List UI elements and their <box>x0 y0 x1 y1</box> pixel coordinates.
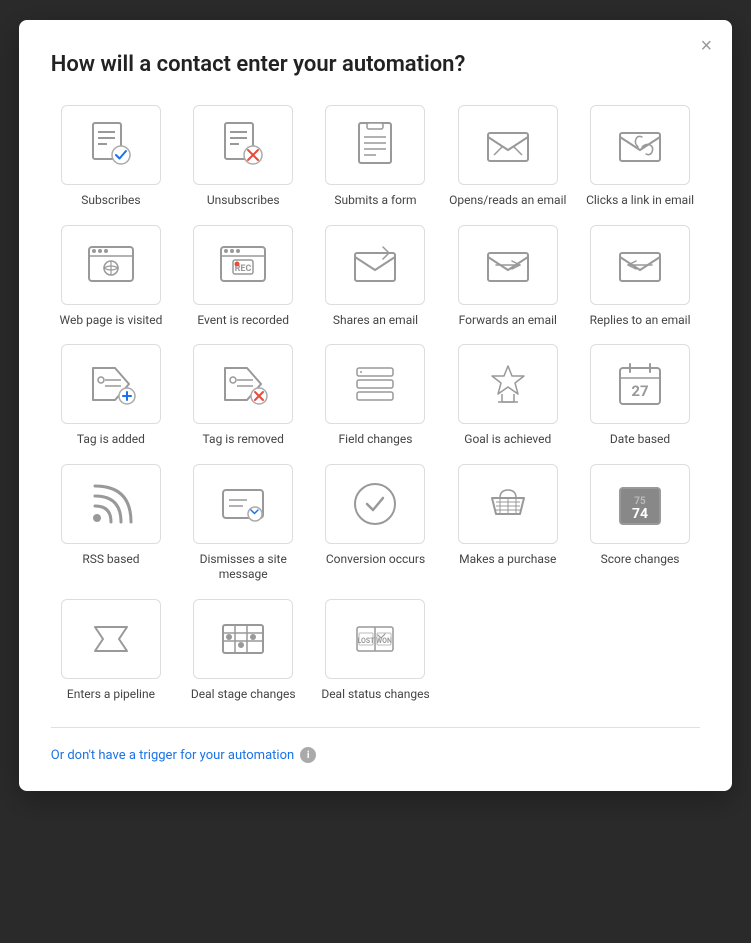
icon-box-web-page <box>61 225 161 305</box>
info-icon: i <box>300 747 316 763</box>
trigger-dismisses-site[interactable]: Dismisses a site message <box>183 464 303 583</box>
trigger-goal-achieved[interactable]: Goal is achieved <box>448 344 568 448</box>
trigger-label-tag-added: Tag is added <box>77 432 145 448</box>
icon-box-forwards-email <box>458 225 558 305</box>
trigger-deal-stage[interactable]: Deal stage changes <box>183 599 303 703</box>
trigger-replies-email[interactable]: Replies to an email <box>580 225 700 329</box>
icon-box-opens-email <box>458 105 558 185</box>
trigger-shares-email[interactable]: Shares an email <box>315 225 435 329</box>
trigger-label-makes-purchase: Makes a purchase <box>459 552 556 568</box>
trigger-clicks-link[interactable]: Clicks a link in email <box>580 105 700 209</box>
svg-text:74: 74 <box>632 506 648 522</box>
trigger-label-enters-pipeline: Enters a pipeline <box>67 687 155 703</box>
trigger-label-opens-email: Opens/reads an email <box>449 193 566 209</box>
trigger-label-date-based: Date based <box>610 432 670 448</box>
icon-box-deal-stage <box>193 599 293 679</box>
trigger-deal-status[interactable]: LOST WON Deal status changes <box>315 599 435 703</box>
trigger-label-field-changes: Field changes <box>339 432 413 448</box>
icon-box-replies-email <box>590 225 690 305</box>
trigger-submits-form[interactable]: Submits a form <box>315 105 435 209</box>
trigger-label-unsubscribes: Unsubscribes <box>207 193 280 209</box>
svg-text:27: 27 <box>631 382 648 400</box>
icon-box-shares-email <box>325 225 425 305</box>
trigger-label-score-changes: Score changes <box>601 552 680 568</box>
trigger-score-changes[interactable]: 75 74 Score changes <box>580 464 700 583</box>
trigger-makes-purchase[interactable]: Makes a purchase <box>448 464 568 583</box>
icon-box-rss-based <box>61 464 161 544</box>
trigger-web-page-visited[interactable]: Web page is visited <box>51 225 171 329</box>
icon-box-makes-purchase <box>458 464 558 544</box>
icon-box-deal-status: LOST WON <box>325 599 425 679</box>
triggers-grid: Subscribes Unsubscribes <box>51 105 700 703</box>
trigger-conversion-occurs[interactable]: Conversion occurs <box>315 464 435 583</box>
trigger-label-conversion-occurs: Conversion occurs <box>326 552 425 568</box>
icon-box-date-based: 27 <box>590 344 690 424</box>
icon-box-event-recorded: REC <box>193 225 293 305</box>
icon-box-enters-pipeline <box>61 599 161 679</box>
footer-link-text: Or don't have a trigger for your automat… <box>51 748 294 763</box>
trigger-subscribes[interactable]: Subscribes <box>51 105 171 209</box>
icon-box-dismisses-site <box>193 464 293 544</box>
icon-box-unsubscribes <box>193 105 293 185</box>
trigger-unsubscribes[interactable]: Unsubscribes <box>183 105 303 209</box>
close-button[interactable]: × <box>701 36 713 56</box>
trigger-rss-based[interactable]: RSS based <box>51 464 171 583</box>
footer: Or don't have a trigger for your automat… <box>51 744 700 764</box>
no-trigger-link[interactable]: Or don't have a trigger for your automat… <box>51 747 316 763</box>
icon-box-tag-added <box>61 344 161 424</box>
trigger-label-rss-based: RSS based <box>82 552 139 568</box>
trigger-field-changes[interactable]: Field changes <box>315 344 435 448</box>
trigger-label-subscribes: Subscribes <box>81 193 140 209</box>
trigger-opens-email[interactable]: Opens/reads an email <box>448 105 568 209</box>
icon-box-conversion-occurs <box>325 464 425 544</box>
trigger-label-shares-email: Shares an email <box>333 313 418 329</box>
trigger-tag-removed[interactable]: Tag is removed <box>183 344 303 448</box>
trigger-tag-added[interactable]: Tag is added <box>51 344 171 448</box>
icon-box-clicks-link <box>590 105 690 185</box>
icon-box-field-changes <box>325 344 425 424</box>
svg-text:WON: WON <box>377 637 393 645</box>
trigger-label-tag-removed: Tag is removed <box>203 432 284 448</box>
modal-overlay[interactable]: × How will a contact enter your automati… <box>0 0 751 943</box>
icon-box-tag-removed <box>193 344 293 424</box>
trigger-event-recorded[interactable]: REC Event is recorded <box>183 225 303 329</box>
trigger-label-event-recorded: Event is recorded <box>197 313 289 329</box>
trigger-label-deal-stage: Deal stage changes <box>191 687 296 703</box>
trigger-enters-pipeline[interactable]: Enters a pipeline <box>51 599 171 703</box>
modal-dialog: × How will a contact enter your automati… <box>19 20 732 791</box>
icon-box-submits-form <box>325 105 425 185</box>
trigger-label-submits-form: Submits a form <box>334 193 416 209</box>
trigger-label-clicks-link: Clicks a link in email <box>586 193 694 209</box>
footer-divider <box>51 727 700 728</box>
trigger-forwards-email[interactable]: Forwards an email <box>448 225 568 329</box>
icon-box-subscribes <box>61 105 161 185</box>
trigger-label-forwards-email: Forwards an email <box>459 313 557 329</box>
icon-box-goal-achieved <box>458 344 558 424</box>
trigger-label-web-page: Web page is visited <box>59 313 162 329</box>
trigger-label-replies-email: Replies to an email <box>590 313 691 329</box>
trigger-label-goal-achieved: Goal is achieved <box>464 432 551 448</box>
trigger-label-dismisses-site: Dismisses a site message <box>183 552 303 583</box>
trigger-label-deal-status: Deal status changes <box>321 687 429 703</box>
svg-text:LOST: LOST <box>358 637 376 645</box>
modal-title: How will a contact enter your automation… <box>51 52 700 77</box>
icon-box-score-changes: 75 74 <box>590 464 690 544</box>
trigger-date-based[interactable]: 27 Date based <box>580 344 700 448</box>
